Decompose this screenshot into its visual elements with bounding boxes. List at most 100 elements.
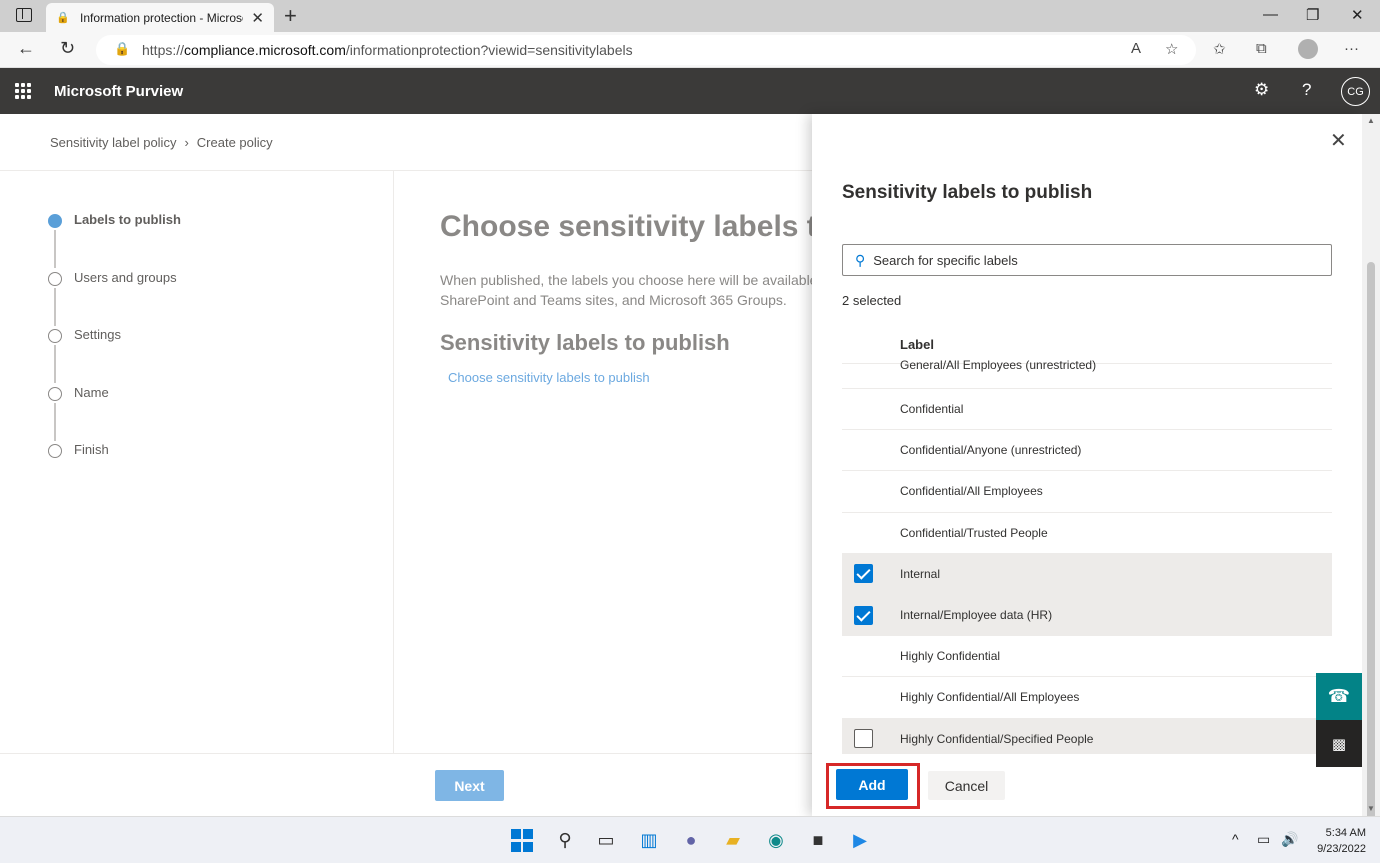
browser-tab-bar: 🔒 Information protection - Microsoft ✕ +… xyxy=(0,0,1380,32)
row-label: Highly Confidential/All Employees xyxy=(900,690,1080,705)
row-label: General/All Employees (unrestricted) xyxy=(900,358,1097,372)
breadcrumb-item-create: Create policy xyxy=(196,135,273,150)
row-checkbox[interactable] xyxy=(854,564,873,584)
row-checkbox[interactable] xyxy=(854,605,873,625)
clock[interactable]: 5:34 AM 9/23/2022 xyxy=(1310,825,1366,857)
cancel-button[interactable]: Cancel xyxy=(928,771,1005,800)
row-label: Confidential/Trusted People xyxy=(900,525,1048,540)
page-title: Choose sensitivity labels to publish xyxy=(440,210,812,243)
breadcrumb-item-policy[interactable]: Sensitivity label policy xyxy=(50,135,176,150)
add-favorite-icon[interactable]: ☆ xyxy=(1165,40,1178,58)
search-placeholder: Search for specific labels xyxy=(873,252,1018,268)
step-indicator xyxy=(48,386,62,401)
show-hidden-icons-icon[interactable]: ^ xyxy=(1232,831,1239,847)
close-window-icon[interactable]: ✕ xyxy=(1351,6,1364,24)
scrollbar[interactable]: ▲ ▼ xyxy=(1362,114,1380,863)
step-users-and-groups: Users and groups xyxy=(48,270,181,328)
step-label: Settings xyxy=(74,327,121,342)
table-row[interactable]: Internal/Employee data (HR) xyxy=(842,594,1332,637)
help-icon[interactable]: ? xyxy=(1302,80,1311,100)
breadcrumb-chevron-icon: › xyxy=(184,135,189,150)
taskbar: ⚲ ▭ ▥ ● ▰ ◉ ■ ▶ ^ ▭ 🔊 5:34 AM 9/23/2022 xyxy=(0,816,1380,863)
section-title: Sensitivity labels to publish xyxy=(440,330,730,355)
step-label: Name xyxy=(74,384,109,400)
store-icon[interactable]: ■ xyxy=(806,828,830,852)
table-row[interactable]: Highly Confidential/Specified People xyxy=(842,718,1332,754)
next-button[interactable]: Next xyxy=(435,770,504,801)
teams-chat-icon[interactable]: ● xyxy=(679,828,703,852)
table-rows: General/All Employees (unrestricted) Con… xyxy=(842,356,1332,754)
labels-table: Label General/All Employees (unrestricte… xyxy=(842,334,1332,754)
feedback-button[interactable]: ▩ xyxy=(1316,720,1362,767)
search-input[interactable]: ⚲ Search for specific labels xyxy=(842,244,1332,276)
table-row[interactable]: Internal xyxy=(842,553,1332,595)
row-label: Confidential xyxy=(900,402,964,417)
row-label: Highly Confidential/Specified People xyxy=(900,731,1094,746)
scroll-thumb[interactable] xyxy=(1367,262,1375,863)
step-connector xyxy=(54,230,56,268)
read-aloud-icon[interactable]: A xyxy=(1131,40,1141,57)
table-row[interactable]: Confidential/All Employees xyxy=(842,471,1332,513)
add-button[interactable]: Add xyxy=(836,769,908,800)
close-icon[interactable]: ✕ xyxy=(1330,128,1347,153)
table-row[interactable]: Confidential/Trusted People xyxy=(842,513,1332,554)
volume-icon[interactable]: 🔊 xyxy=(1281,831,1298,848)
more-options-icon[interactable]: ··· xyxy=(1344,40,1359,57)
back-icon[interactable]: ← xyxy=(17,38,35,59)
wizard-steps: Labels to publish Users and groups Setti… xyxy=(48,212,181,500)
choose-labels-link[interactable]: Choose sensitivity labels to publish xyxy=(448,370,650,385)
restore-icon[interactable]: ❐ xyxy=(1306,6,1319,24)
edge-icon[interactable]: ◉ xyxy=(764,828,788,852)
step-connector xyxy=(54,287,56,326)
help-chat-button[interactable]: ☎ xyxy=(1316,673,1362,720)
site-lock-icon: 🔒 xyxy=(56,12,70,24)
favorites-icon[interactable]: ✩ xyxy=(1213,40,1226,58)
step-connector xyxy=(54,345,56,383)
file-explorer-icon[interactable]: ▰ xyxy=(721,828,745,852)
new-tab-icon[interactable]: + xyxy=(284,3,297,29)
step-indicator xyxy=(48,329,62,343)
collections-icon[interactable]: ⧉ xyxy=(1256,40,1267,57)
divider xyxy=(0,753,812,754)
widgets-icon[interactable]: ▥ xyxy=(637,828,661,852)
divider xyxy=(0,170,812,171)
scroll-up-icon[interactable]: ▲ xyxy=(1367,116,1375,125)
task-view-icon[interactable]: ▭ xyxy=(594,828,618,852)
row-label: Confidential/All Employees xyxy=(900,484,1043,499)
table-row[interactable]: General/All Employees (unrestricted) xyxy=(842,356,1332,389)
feedback-icon: ▩ xyxy=(1331,735,1347,753)
start-icon[interactable] xyxy=(510,828,534,852)
avatar[interactable]: CG xyxy=(1341,77,1370,106)
settings-gear-icon[interactable]: ⚙ xyxy=(1254,80,1269,100)
step-settings: Settings xyxy=(48,327,181,385)
close-tab-icon[interactable]: ✕ xyxy=(251,9,264,27)
app-title[interactable]: Microsoft Purview xyxy=(54,83,183,100)
powershell-icon[interactable]: ▶ xyxy=(848,828,872,852)
network-icon[interactable]: ▭ xyxy=(1257,831,1270,848)
refresh-icon[interactable]: ↻ xyxy=(60,38,75,59)
tab-title: Information protection - Microsoft xyxy=(80,10,244,25)
headset-icon: ☎ xyxy=(1327,686,1351,706)
step-label: Finish xyxy=(74,442,109,457)
step-label: Labels to publish xyxy=(74,212,181,227)
url-field[interactable]: 🔒 https://compliance.microsoft.com/infor… xyxy=(96,35,1196,65)
app-launcher-icon[interactable] xyxy=(15,83,31,99)
table-row[interactable]: Highly Confidential xyxy=(842,636,1332,678)
description-line: SharePoint and Teams sites, and Microsof… xyxy=(440,292,787,308)
row-checkbox[interactable] xyxy=(854,729,873,749)
scroll-down-icon[interactable]: ▼ xyxy=(1367,804,1375,813)
table-row[interactable]: Highly Confidential/All Employees xyxy=(842,677,1332,719)
minimize-icon[interactable]: — xyxy=(1263,6,1278,23)
url-prefix: https:// xyxy=(142,42,185,58)
step-indicator xyxy=(48,444,62,458)
browser-tab[interactable]: 🔒 Information protection - Microsoft ✕ xyxy=(46,3,274,32)
table-row[interactable]: Confidential xyxy=(842,389,1332,431)
tab-actions-icon[interactable] xyxy=(16,8,32,22)
profile-icon[interactable] xyxy=(1298,39,1318,59)
search-icon[interactable]: ⚲ xyxy=(553,828,577,852)
table-row[interactable]: Confidential/Anyone (unrestricted) xyxy=(842,430,1332,472)
row-label: Internal xyxy=(900,566,941,581)
row-label: Highly Confidential xyxy=(900,649,1001,664)
divider xyxy=(393,170,394,754)
clock-date: 9/23/2022 xyxy=(1317,843,1366,855)
